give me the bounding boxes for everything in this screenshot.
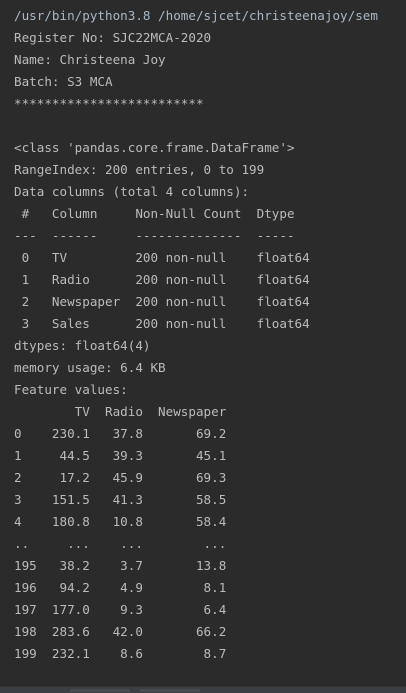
console-command-line: /usr/bin/python3.8 /home/sjcet/christeen… xyxy=(14,8,378,23)
console-line-class: <class 'pandas.core.frame.DataFrame'> xyxy=(14,140,295,155)
console-line-name: Name: Christeena Joy xyxy=(14,52,166,67)
console-line-register: Register No: SJC22MCA-2020 xyxy=(14,30,212,45)
info-table-row: 0 TV 200 non-null float64 xyxy=(14,250,310,265)
feature-table-row: 3 151.5 41.3 58.5 xyxy=(14,492,227,507)
feature-table-row: 199 232.1 8.6 8.7 xyxy=(14,646,227,661)
feature-table-row: 196 94.2 4.9 8.1 xyxy=(14,580,227,595)
info-table-header: # Column Non-Null Count Dtype xyxy=(14,206,295,221)
feature-table-row: 197 177.0 9.3 6.4 xyxy=(14,602,227,617)
console-line-memory-usage: memory usage: 6.4 KB xyxy=(14,360,166,375)
run-console-output[interactable]: /usr/bin/python3.8 /home/sjcet/christeen… xyxy=(0,0,406,686)
toolbar-tab-handle[interactable] xyxy=(140,689,200,692)
feature-table-row: 2 17.2 45.9 69.3 xyxy=(14,470,227,485)
console-line-separator: ************************* xyxy=(14,96,204,111)
feature-table-row: 0 230.1 37.8 69.2 xyxy=(14,426,227,441)
console-line-dtypes: dtypes: float64(4) xyxy=(14,338,151,353)
feature-table-row: 195 38.2 3.7 13.8 xyxy=(14,558,227,573)
console-line-data-columns: Data columns (total 4 columns): xyxy=(14,184,250,199)
bottom-toolbar-strip xyxy=(0,686,406,693)
console-line-feature-values: Feature values: xyxy=(14,382,128,397)
feature-table-row: 1 44.5 39.3 45.1 xyxy=(14,448,227,463)
feature-table-header: TV Radio Newspaper xyxy=(14,404,227,419)
info-table-row: 1 Radio 200 non-null float64 xyxy=(14,272,310,287)
console-line-range-index: RangeIndex: 200 entries, 0 to 199 xyxy=(14,162,265,177)
console-line-batch: Batch: S3 MCA xyxy=(14,74,113,89)
toolbar-tab-handle[interactable] xyxy=(70,689,130,692)
info-table-row: 2 Newspaper 200 non-null float64 xyxy=(14,294,310,309)
feature-table-row: 4 180.8 10.8 58.4 xyxy=(14,514,227,529)
feature-table-row: 198 283.6 42.0 66.2 xyxy=(14,624,227,639)
feature-table-ellipsis-row: .. ... ... ... xyxy=(14,536,227,551)
info-table-rule: --- ------ -------------- ----- xyxy=(14,228,295,243)
info-table-row: 3 Sales 200 non-null float64 xyxy=(14,316,310,331)
